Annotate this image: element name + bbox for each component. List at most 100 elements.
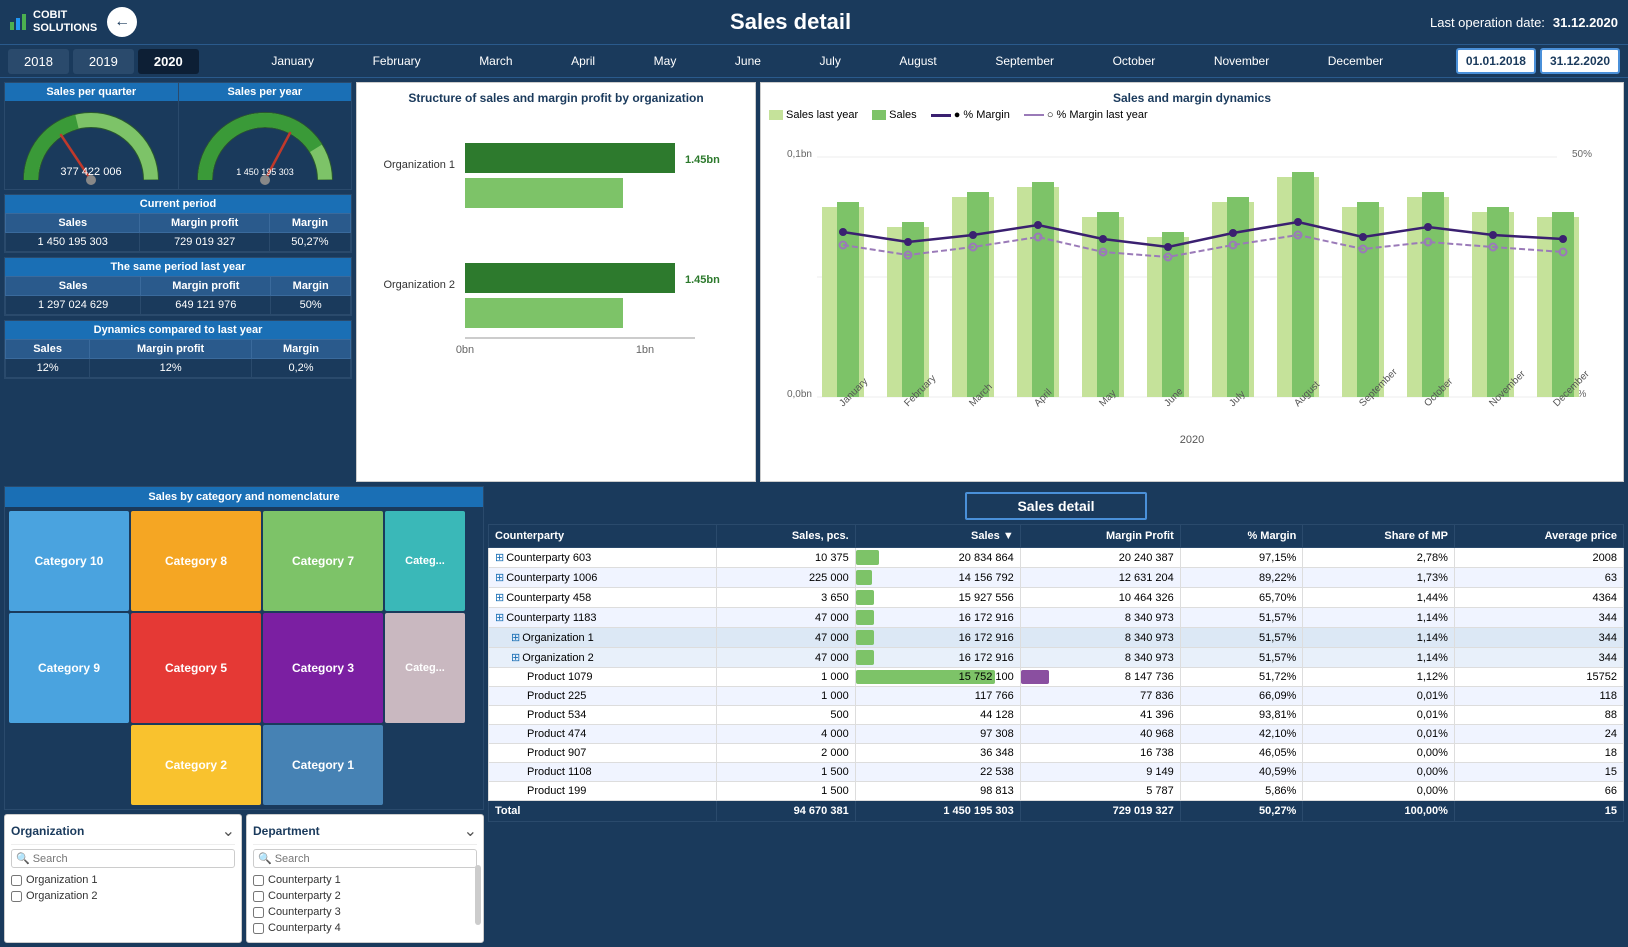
table-row[interactable]: Product 199 1 500 98 813 5 787 5,86% 0,0… (489, 782, 1624, 801)
total-label: Total (489, 801, 717, 822)
table-row[interactable]: Product 1079 1 000 15 752 100 8 147 736 … (489, 668, 1624, 687)
month-tab-jan[interactable]: January (271, 54, 314, 68)
table-row[interactable]: ⊞Counterparty 458 3 650 15 927 556 10 46… (489, 588, 1624, 608)
logo: COBITSOLUTIONS (10, 9, 97, 35)
month-tab-nov[interactable]: November (1214, 54, 1269, 68)
year-tab-2020[interactable]: 2020 (138, 49, 199, 74)
logo-text: COBITSOLUTIONS (33, 9, 97, 35)
table-row[interactable]: Product 907 2 000 36 348 16 738 46,05% 0… (489, 744, 1624, 763)
org-search-input[interactable] (33, 853, 230, 865)
org-item-2[interactable]: Organization 2 (11, 888, 235, 904)
col-sales-pcs[interactable]: Sales, pcs. (717, 525, 855, 548)
dept-search-icon: 🔍 (258, 852, 272, 865)
svg-text:0,1bn: 0,1bn (787, 149, 812, 160)
svg-text:Organization 1: Organization 1 (383, 159, 455, 171)
month-tab-jul[interactable]: July (820, 54, 841, 68)
org-filter-chevron[interactable]: ⌄ (222, 821, 235, 841)
svg-text:0bn: 0bn (456, 344, 474, 356)
table-row[interactable]: ⊞Counterparty 603 10 375 20 834 864 20 2… (489, 548, 1624, 568)
nav-bar: 2018 2019 2020 January February March Ap… (0, 44, 1628, 78)
cat-extra2[interactable]: Categ... (385, 613, 465, 723)
quarter-gauge: Sales per quarter 377 422 006 (5, 83, 179, 189)
total-margin-profit: 729 019 327 (1020, 801, 1180, 822)
svg-text:1bn: 1bn (636, 344, 654, 356)
table-row[interactable]: ⊞Counterparty 1183 47 000 16 172 916 8 3… (489, 608, 1624, 628)
cat-7[interactable]: Category 7 (263, 511, 383, 611)
svg-text:1 450 195 303: 1 450 195 303 (236, 167, 294, 177)
cat-10[interactable]: Category 10 (9, 511, 129, 611)
year-tab-2019[interactable]: 2019 (73, 49, 134, 74)
month-tab-oct[interactable]: October (1113, 54, 1156, 68)
dept-item-4[interactable]: Counterparty 4 (253, 920, 473, 936)
cat-9[interactable]: Category 9 (9, 613, 129, 723)
month-tab-feb[interactable]: February (373, 54, 421, 68)
category-section: Sales by category and nomenclature Categ… (4, 486, 484, 810)
cat-5[interactable]: Category 5 (131, 613, 261, 723)
year-tab-2018[interactable]: 2018 (8, 49, 69, 74)
dept-item-1[interactable]: Counterparty 1 (253, 872, 473, 888)
table-row[interactable]: Product 534 500 44 128 41 396 93,81% 0,0… (489, 706, 1624, 725)
dynamics-title: Dynamics compared to last year (5, 321, 351, 339)
dyn-margin-profit: 12% (90, 359, 252, 378)
cat-extra1[interactable]: Categ... (385, 511, 465, 611)
dynamics-chart-title: Sales and margin dynamics (769, 91, 1615, 105)
month-tab-aug[interactable]: August (899, 54, 936, 68)
table-row[interactable]: Product 1108 1 500 22 538 9 149 40,59% 0… (489, 763, 1624, 782)
table-row[interactable]: Product 474 4 000 97 308 40 968 42,10% 0… (489, 725, 1624, 744)
table-row[interactable]: Product 225 1 000 117 766 77 836 66,09% … (489, 687, 1624, 706)
col-sales[interactable]: Sales ▼ (855, 525, 1020, 548)
current-margin-profit: 729 019 327 (140, 233, 269, 252)
col-pct-margin[interactable]: % Margin (1180, 525, 1303, 548)
col-share-mp[interactable]: Share of MP (1303, 525, 1455, 548)
structure-chart: Structure of sales and margin profit by … (356, 82, 756, 482)
month-tab-may[interactable]: May (654, 54, 677, 68)
svg-text:Organization 2: Organization 2 (383, 279, 455, 291)
cat-3[interactable]: Category 3 (263, 613, 383, 723)
cat-2[interactable]: Category 2 (131, 725, 261, 805)
last-year-title: The same period last year (5, 258, 351, 276)
table-row[interactable]: ⊞Organization 1 47 000 16 172 916 8 340 … (489, 628, 1624, 648)
month-tab-sep[interactable]: September (995, 54, 1054, 68)
month-tab-dec[interactable]: December (1328, 54, 1383, 68)
dept-item-2[interactable]: Counterparty 2 (253, 888, 473, 904)
month-tab-jun[interactable]: June (735, 54, 761, 68)
table-row[interactable]: ⊞Counterparty 1006 225 000 14 156 792 12… (489, 568, 1624, 588)
dynamics-year-label: 2020 (769, 434, 1615, 446)
total-pct-margin: 50,27% (1180, 801, 1303, 822)
cat-8[interactable]: Category 8 (131, 511, 261, 611)
svg-text:1.45bn: 1.45bn (685, 274, 720, 286)
ly-margin: 50% (271, 296, 351, 315)
dyn-sales: 12% (6, 359, 90, 378)
date-to-input[interactable]: 31.12.2020 (1540, 48, 1620, 74)
quarter-gauge-title: Sales per quarter (5, 83, 178, 101)
svg-text:50%: 50% (1572, 149, 1592, 160)
current-margin: 50,27% (269, 233, 350, 252)
ly-margin-profit: 649 121 976 (141, 296, 271, 315)
table-row[interactable]: ⊞Organization 2 47 000 16 172 916 8 340 … (489, 648, 1624, 668)
total-sales: 1 450 195 303 (855, 801, 1020, 822)
dynamics-chart: Sales and margin dynamics Sales last yea… (760, 82, 1624, 482)
back-button[interactable]: ← (107, 7, 137, 37)
col-avg-price[interactable]: Average price (1454, 525, 1623, 548)
dept-filter-chevron[interactable]: ⌄ (464, 821, 477, 841)
ly-sales: 1 297 024 629 (6, 296, 141, 315)
dynamics-section: Dynamics compared to last year Sales Mar… (4, 320, 352, 379)
logo-icon (10, 14, 26, 30)
month-tab-mar[interactable]: March (479, 54, 512, 68)
total-share-mp: 100,00% (1303, 801, 1455, 822)
legend-sales: Sales (872, 109, 917, 121)
dept-search-input[interactable] (275, 853, 472, 865)
cat-1[interactable]: Category 1 (263, 725, 383, 805)
month-tab-apr[interactable]: April (571, 54, 595, 68)
col-margin-profit[interactable]: Margin Profit (1020, 525, 1180, 548)
dept-item-3[interactable]: Counterparty 3 (253, 904, 473, 920)
date-from-input[interactable]: 01.01.2018 (1456, 48, 1536, 74)
org-item-1[interactable]: Organization 1 (11, 872, 235, 888)
org-search-icon: 🔍 (16, 852, 30, 865)
current-period-title: Current period (5, 195, 351, 213)
svg-text:377 422 006: 377 422 006 (61, 166, 122, 178)
sales-detail-section: Sales detail Counterparty Sales, pcs. Sa… (488, 486, 1624, 943)
total-avg-price: 15 (1454, 801, 1623, 822)
current-period-section: Current period Sales Margin profit Margi… (4, 194, 352, 253)
year-gauge-title: Sales per year (179, 83, 352, 101)
